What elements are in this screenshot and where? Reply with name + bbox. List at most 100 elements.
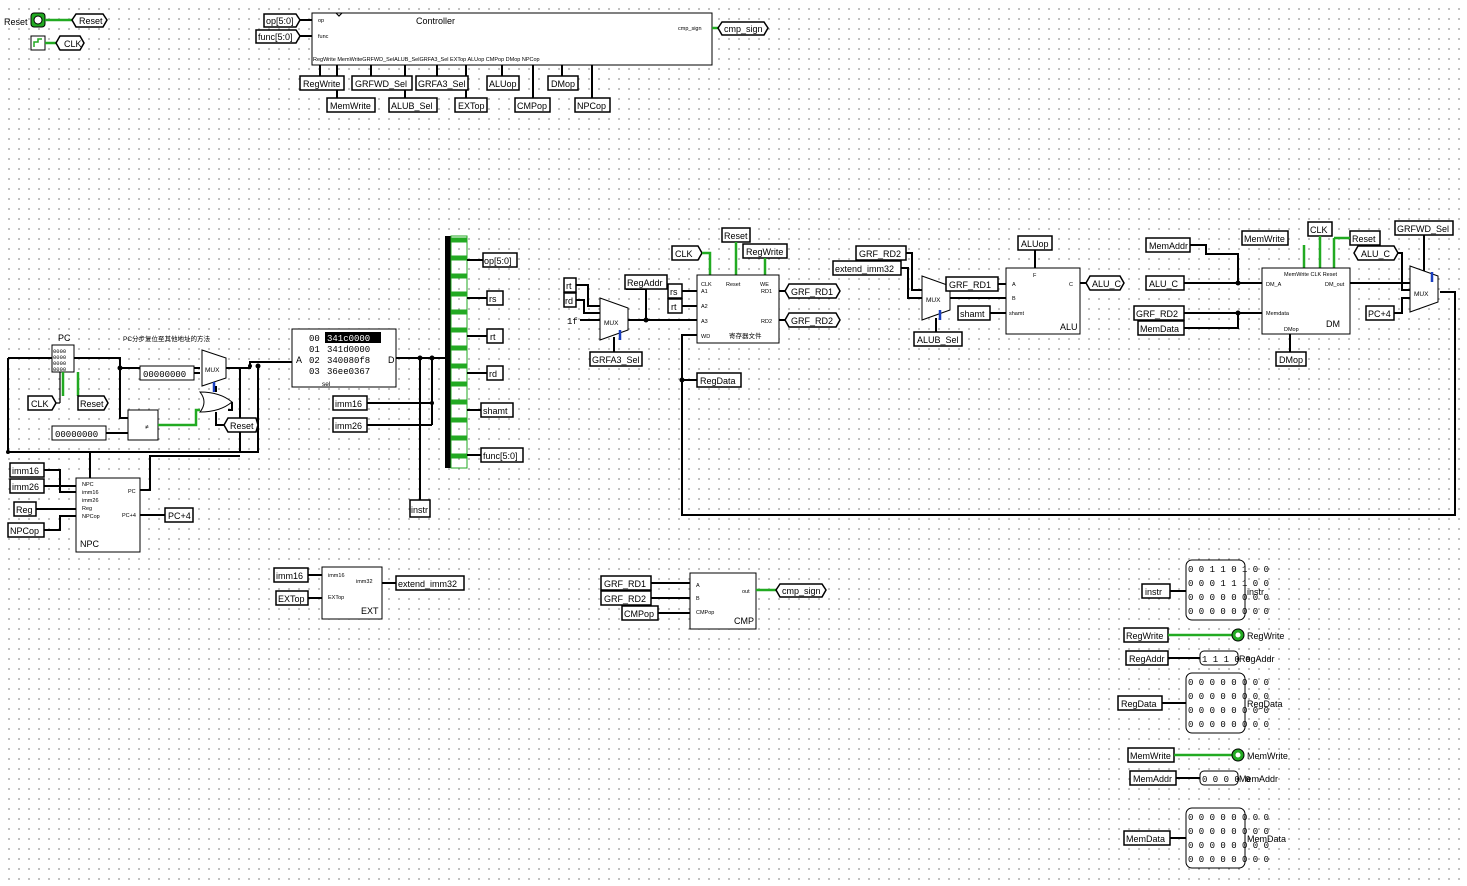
clock-pin[interactable]: [30, 35, 46, 51]
reg-tunnel-npc-label: Reg: [16, 505, 33, 515]
clk-tunnel-dm-label: CLK: [1310, 225, 1328, 235]
grf-rd1-tunnel-grf-label: GRF_RD1: [791, 287, 833, 297]
npc-port-npc: NPC: [82, 482, 94, 488]
dm-name: DM: [1326, 319, 1340, 329]
grfwd-mux-label: MUX: [1414, 291, 1429, 298]
data-memory[interactable]: MemWrite CLK Reset DM_A Memdata DMop DM_…: [1261, 267, 1351, 335]
regwrite-probe-label: RegWrite: [1247, 631, 1284, 641]
func-tunnel-ctrl-label: func[5:0]: [258, 32, 293, 42]
cmp-name: CMP: [734, 616, 754, 626]
memdata-tunnel-probe-label: MemData: [1126, 834, 1165, 844]
cmp-block[interactable]: A B CMPop out CMP: [689, 572, 757, 630]
npc-out-pc4: PC+4: [122, 513, 136, 519]
npc-out-pc: PC: [128, 489, 136, 495]
grf-port-clk: CLK: [701, 282, 712, 288]
dm-port-dmop: DMop: [1284, 327, 1299, 333]
rom-val-3: 36ee0367: [327, 367, 370, 377]
memdata-probe-label: MemData: [1247, 834, 1286, 844]
reset-pin-label: Reset: [4, 17, 28, 27]
alu-c-tunnel-dm-label: ALU_C: [1149, 279, 1179, 289]
alu-block[interactable]: A B shamt F C ALU: [1005, 267, 1081, 335]
controller-bottom-ports: RegWrite MemWriteGRFWD_SelALUB_SelGRFA3_…: [313, 57, 540, 63]
grf-rd2-tunnel-alub-label: GRF_RD2: [859, 249, 901, 259]
cmp-sign-tunnel-ctrl-label: cmp_sign: [724, 24, 763, 34]
register-file[interactable]: CLK A1 A2 A3 WD Reset WE RD1 RD2 寄存器文件: [696, 274, 780, 344]
pc-mux-label: MUX: [205, 367, 220, 374]
const-input-1-value: 00000000: [143, 370, 186, 380]
pc-register-label: PC: [58, 333, 71, 343]
shamt-tunnel-alu-label: shamt: [960, 309, 985, 319]
pc-comparator[interactable]: [127, 409, 159, 441]
shamt-tunnel-split-label: shamt: [483, 406, 508, 416]
instr-probe-row-0: 0 0 1 1 0 1 0 0: [1188, 565, 1269, 575]
rt-tunnel-split-label: rt: [490, 332, 496, 342]
npc-port-imm26: imm26: [82, 498, 99, 504]
npcop-ctrl-label: NPCop: [577, 101, 606, 111]
dm-out: DM_out: [1325, 282, 1345, 288]
alub-sel-ctrl-label: ALUB_Sel: [391, 101, 433, 111]
controller-port-func: func: [318, 34, 329, 40]
alu-out-c: C: [1069, 282, 1073, 288]
rom-val-2: 340080f8: [327, 356, 370, 366]
npc-port-reg: Reg: [82, 506, 92, 512]
grfwd-mux[interactable]: MUX: [1409, 265, 1439, 313]
dmop-tunnel-dm-label: DMop: [1279, 355, 1303, 365]
rom-addr-3: 03: [309, 367, 320, 377]
npcop-tunnel-npc-label: NPCop: [10, 526, 39, 536]
rom-addr-0: 00: [309, 334, 320, 344]
regwrite-tunnel-grf-label: RegWrite: [746, 247, 783, 257]
aluop-tunnel-alu-label: ALUop: [1021, 239, 1049, 249]
grfwd-sel-ctrl-label: GRFWD_Sel: [355, 79, 407, 89]
ext-port-imm32: imm32: [356, 579, 373, 585]
rom-sel-label: sel: [322, 381, 331, 388]
instr-tunnel-probe-label: instr: [1145, 587, 1162, 597]
alu-c-tunnel-alu-label: ALU_C: [1092, 279, 1122, 289]
grf-rd1-tunnel-cmp-label: GRF_RD1: [604, 579, 646, 589]
memaddr-probe-label: MemAddr: [1239, 774, 1278, 784]
rd-tunnel-grf-label: rd: [565, 296, 573, 306]
instruction-splitter: [445, 235, 468, 469]
rom-port-d: D: [388, 355, 395, 365]
grf-port-wd: WD: [701, 334, 710, 340]
regdata-probe-label: RegData: [1247, 699, 1283, 709]
regwrite-ctrl-label: RegWrite: [303, 79, 340, 89]
grf-rd2-tunnel-cmp-label: GRF_RD2: [604, 594, 646, 604]
regdata-probe-row-3: 0 0 0 0 0 0 0 0: [1188, 720, 1269, 730]
alu-port-shamt: shamt: [1009, 311, 1024, 317]
extop-ctrl-label: EXTop: [458, 101, 485, 111]
ext-port-extop: EXTop: [328, 595, 344, 601]
grfa3-mux[interactable]: MUX: [599, 297, 629, 341]
ext-block[interactable]: imm16 EXTop imm32 EXT: [321, 566, 383, 620]
imm16-tunnel-npc-label: imm16: [12, 466, 39, 476]
imm26-tunnel-rom-label: imm26: [335, 421, 362, 431]
grf-out-rd1: RD1: [761, 289, 772, 295]
memdata-tunnel-dm-label: MemData: [1140, 324, 1179, 334]
npc-block[interactable]: NPC imm16 imm26 Reg NPCop PC PC+4 NPC: [75, 477, 141, 553]
ext-port-imm16: imm16: [328, 573, 345, 579]
alu-port-a: A: [1012, 282, 1016, 288]
clk-tunnel-label: CLK: [64, 39, 82, 49]
pc4-tunnel-npc-label: PC+4: [168, 511, 191, 521]
rs-tunnel-split-label: rs: [489, 294, 497, 304]
reset-tunnel-or-label: Reset: [230, 421, 254, 431]
regdata-tunnel-probe-label: RegData: [1121, 699, 1157, 709]
pc-mux[interactable]: MUX: [201, 349, 227, 392]
regdata-probe-row-0: 0 0 0 0 0 0 0 0: [1188, 678, 1269, 688]
controller-output-tunnels: RegWrite MemWrite GRFWD_Sel ALUB_Sel GRF…: [299, 65, 611, 113]
reset-input-group[interactable]: Reset: [4, 12, 76, 28]
pc-register[interactable]: 0000 0000 0000 0000: [51, 344, 75, 373]
controller-block[interactable]: Controller op func cmp_sign RegWrite Mem…: [311, 12, 713, 66]
reset-tunnel-pc-label: Reset: [80, 399, 104, 409]
cmp-port-b: B: [696, 596, 700, 602]
memwrite-tunnel-probe-label: MemWrite: [1130, 751, 1171, 761]
regwrite-tunnel-probe-label: RegWrite: [1126, 631, 1163, 641]
instr-tunnel-rom-label: instr: [411, 505, 428, 515]
const-input-2-value: 00000000: [55, 430, 98, 440]
alu-port-b: B: [1012, 296, 1016, 302]
instruction-rom[interactable]: A D 00 01 02 03 341c0000 341d0000 340080…: [291, 328, 397, 388]
instr-probe-label: instr: [1247, 587, 1264, 597]
rom-val-0: 341c0000: [327, 334, 370, 344]
memaddr-tunnel-dm-label: MemAddr: [1149, 241, 1188, 251]
memwrite-probe-label: MemWrite: [1247, 751, 1288, 761]
dm-top-ports: MemWrite CLK Reset: [1284, 272, 1338, 278]
